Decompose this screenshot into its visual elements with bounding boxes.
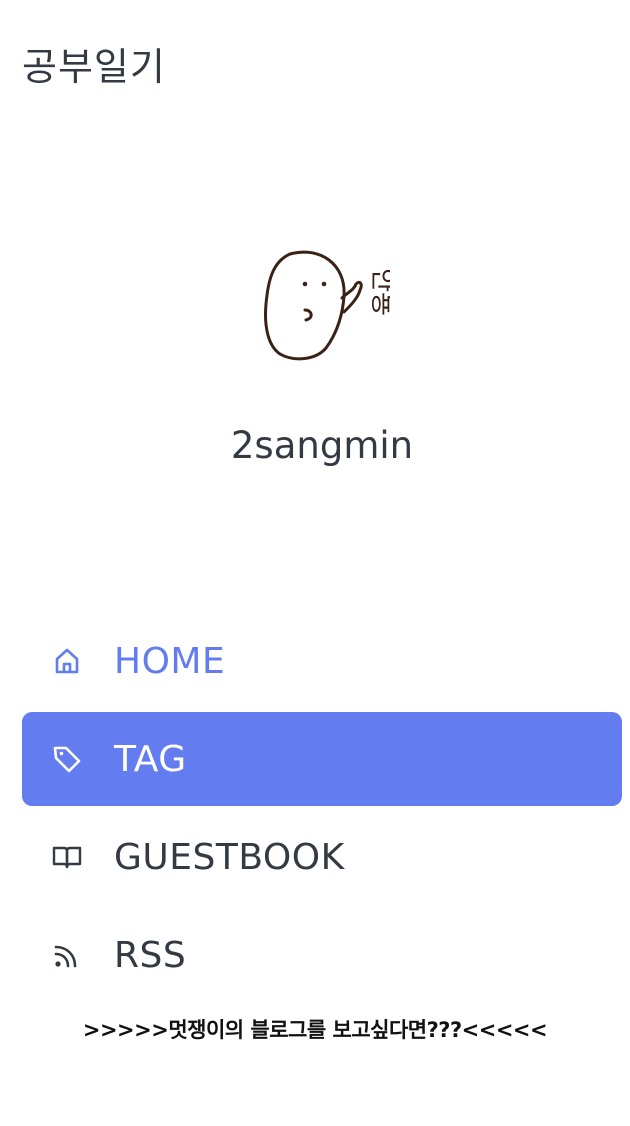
username: 2sangmin: [230, 424, 414, 467]
main-nav: HOME TAG GUESTBOOK RSS: [22, 614, 622, 1006]
promo-link[interactable]: >>>>>멋쟁이의 블로그를 보고싶다면???<<<<<: [0, 1014, 630, 1044]
home-icon: [50, 644, 84, 678]
book-icon: [50, 840, 84, 874]
tag-icon: [50, 742, 84, 776]
nav-item-rss[interactable]: RSS: [22, 908, 622, 1002]
nav-item-tag[interactable]: TAG: [22, 712, 622, 806]
nav-item-home[interactable]: HOME: [22, 614, 622, 708]
profile-avatar: 안뇽: [250, 240, 397, 370]
nav-item-label: RSS: [114, 934, 187, 976]
nav-item-label: GUESTBOOK: [114, 836, 345, 878]
nav-item-label: HOME: [114, 640, 226, 682]
nav-item-label: TAG: [114, 738, 187, 780]
rss-icon: [50, 938, 84, 972]
blog-title[interactable]: 공부일기: [22, 36, 166, 91]
page: 공부일기 안뇽 2sangmin HOME TAG GUESTBOOK RSS …: [0, 0, 630, 1126]
nav-item-guestbook[interactable]: GUESTBOOK: [22, 810, 622, 904]
avatar-caption: 안뇽: [367, 268, 390, 316]
ghost-avatar-icon: 안뇽: [264, 250, 397, 361]
